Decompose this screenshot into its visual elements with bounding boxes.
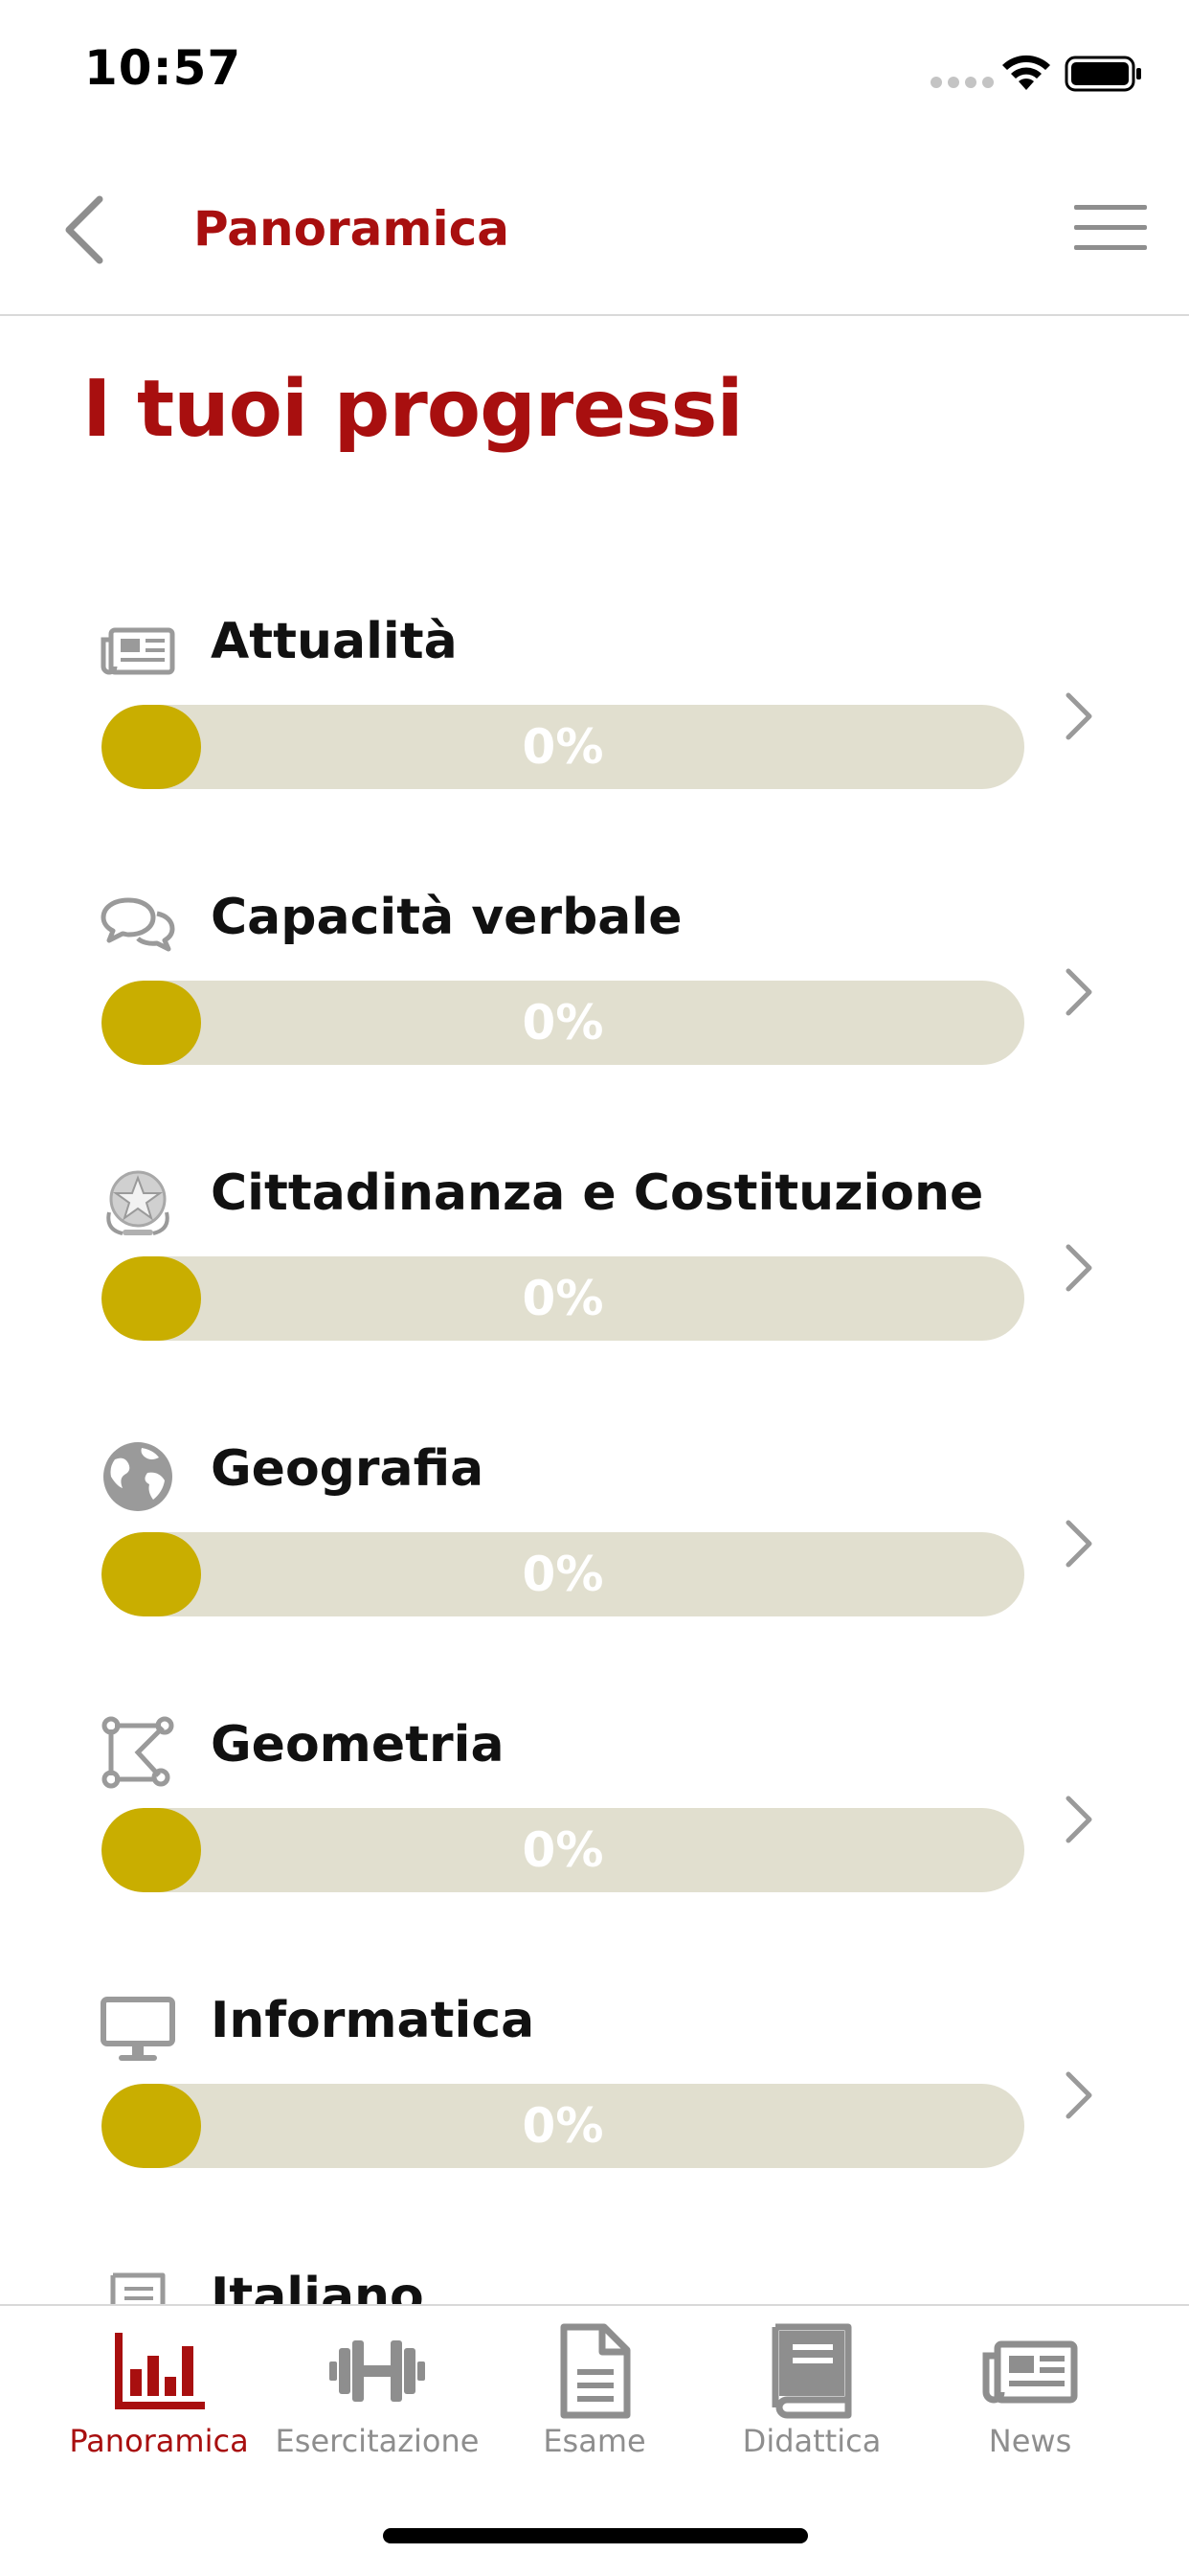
subject-row-italiano[interactable]: Italiano 0% <box>0 2199 1189 2304</box>
page-title: I tuoi progressi <box>82 364 744 455</box>
progress-bar: 0% <box>101 1532 1024 1616</box>
chevron-right-icon <box>1066 1796 1092 1843</box>
chevron-right-icon <box>1066 2071 1092 2119</box>
subject-row-cittadinanza-e-costituzione[interactable]: Cittadinanza e Costituzione 0% <box>0 1096 1189 1341</box>
subject-row-geometria[interactable]: Geometria 0% <box>0 1647 1189 1892</box>
subject-label: Capacità verbale <box>211 889 683 946</box>
subject-label: Italiano <box>211 2268 424 2304</box>
tab-didattica[interactable]: Didattica <box>703 2306 921 2497</box>
subject-label: Geometria <box>211 1716 505 1774</box>
back-chevron-icon[interactable] <box>57 193 109 266</box>
vector-shape-icon <box>101 1716 174 1789</box>
subject-label: Informatica <box>211 1992 535 2049</box>
cellular-signal-icon <box>931 77 994 88</box>
newspaper-icon <box>101 627 175 675</box>
tab-label: Didattica <box>742 2423 882 2459</box>
italian-emblem-icon <box>106 1170 169 1235</box>
tab-label: Panoramica <box>69 2423 249 2459</box>
progress-percent: 0% <box>522 1547 604 1602</box>
progress-bar: 0% <box>101 981 1024 1065</box>
newspaper-icon <box>982 2340 1078 2404</box>
progress-bar: 0% <box>101 2084 1024 2168</box>
hamburger-menu-icon[interactable] <box>1072 201 1149 255</box>
speech-bubbles-icon <box>101 897 175 952</box>
progress-percent: 0% <box>522 719 604 775</box>
tab-panoramica[interactable]: Panoramica <box>50 2306 268 2497</box>
subject-label: Cittadinanza e Costituzione <box>211 1164 984 1222</box>
book-icon <box>110 2272 166 2304</box>
status-bar: 10:57 <box>0 0 1189 144</box>
chevron-right-icon <box>1066 1520 1092 1568</box>
progress-bar: 0% <box>101 1256 1024 1341</box>
book-icon <box>772 2323 852 2419</box>
monitor-icon <box>101 1997 175 2061</box>
bar-chart-icon <box>115 2333 205 2409</box>
progress-bar: 0% <box>101 1808 1024 1892</box>
progress-list: Attualità 0% Capacità verbale 0% Cittadi… <box>0 479 1189 2304</box>
chevron-right-icon <box>1066 1244 1092 1292</box>
status-time: 10:57 <box>84 40 242 96</box>
subject-row-informatica[interactable]: Informatica 0% <box>0 1923 1189 2168</box>
navigation-bar: Panoramica <box>0 144 1189 316</box>
progress-percent: 0% <box>522 1822 604 1878</box>
tab-label: News <box>988 2423 1072 2459</box>
nav-title: Panoramica <box>193 201 510 257</box>
home-indicator <box>383 2528 808 2543</box>
battery-icon <box>1065 56 1141 92</box>
subject-label: Attualità <box>211 613 458 670</box>
chevron-right-icon <box>1066 692 1092 740</box>
subject-label: Geografia <box>211 1440 484 1498</box>
tab-esercitazione[interactable]: Esercitazione <box>268 2306 486 2497</box>
document-icon <box>560 2323 631 2419</box>
progress-percent: 0% <box>522 2098 604 2154</box>
subject-row-geografia[interactable]: Geografia 0% <box>0 1371 1189 1616</box>
globe-icon <box>103 1442 172 1511</box>
subject-row-attualita[interactable]: Attualità 0% <box>0 544 1189 789</box>
wifi-icon <box>1002 55 1050 90</box>
progress-percent: 0% <box>522 995 604 1051</box>
progress-bar: 0% <box>101 705 1024 789</box>
tab-esame[interactable]: Esame <box>485 2306 704 2497</box>
chevron-right-icon <box>1066 968 1092 1016</box>
subject-row-capacita-verbale[interactable]: Capacità verbale 0% <box>0 820 1189 1065</box>
tab-news[interactable]: News <box>921 2306 1139 2497</box>
tab-label: Esercitazione <box>275 2423 480 2459</box>
dumbbell-icon <box>329 2340 425 2402</box>
progress-percent: 0% <box>522 1271 604 1326</box>
tab-label: Esame <box>543 2423 646 2459</box>
